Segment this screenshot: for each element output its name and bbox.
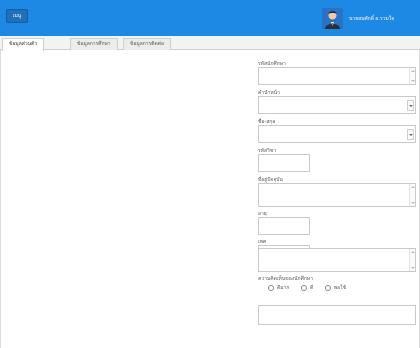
address-textarea[interactable]	[258, 183, 416, 207]
person-icon	[322, 8, 343, 29]
scrollbar[interactable]	[409, 249, 415, 271]
prefix-select[interactable]	[258, 96, 416, 114]
radio-circle[interactable]	[324, 284, 331, 291]
opinion-label: ความคิดเห็นของนักศึกษา	[258, 276, 313, 282]
subject-code-input[interactable]	[258, 154, 310, 172]
tab-education[interactable]: ข้อมูลการศึกษา	[70, 38, 118, 50]
radio-option-excellent[interactable]: ดีมาก	[268, 284, 289, 292]
radio-option-fair[interactable]: พอใช้	[324, 284, 346, 292]
age-input[interactable]	[258, 217, 310, 235]
menu-button[interactable]: เมนู	[6, 9, 28, 23]
tab-contact[interactable]: ข้อมูลการติดต่อ	[123, 38, 172, 50]
tab-bar: ข้อมูลส่วนตัว ข้อมูลการศึกษา ข้อมูลการติ…	[0, 36, 420, 51]
note-textarea[interactable]	[258, 248, 416, 272]
user-avatar[interactable]	[322, 8, 343, 29]
radio-circle[interactable]	[300, 284, 307, 291]
scrollbar[interactable]	[409, 68, 415, 84]
opinion-radio-group: ดีมาก ดี พอใช้	[268, 284, 356, 292]
radio-circle[interactable]	[268, 284, 274, 291]
name-select[interactable]	[258, 125, 416, 143]
student-id-field[interactable]	[258, 67, 416, 85]
app-header: เมนู นายสมศักดิ์ ผ.รวมใจ	[0, 0, 420, 36]
user-name[interactable]: นายสมศักดิ์ ผ.รวมใจ	[349, 15, 419, 23]
chevron-down-icon	[409, 134, 413, 136]
chevron-down-icon	[409, 105, 413, 107]
bottom-textarea[interactable]	[258, 305, 416, 325]
dropdown-button[interactable]	[407, 100, 414, 111]
dropdown-button[interactable]	[407, 129, 414, 140]
radio-option-good[interactable]: ดี	[300, 284, 313, 292]
scrollbar[interactable]	[409, 184, 415, 206]
